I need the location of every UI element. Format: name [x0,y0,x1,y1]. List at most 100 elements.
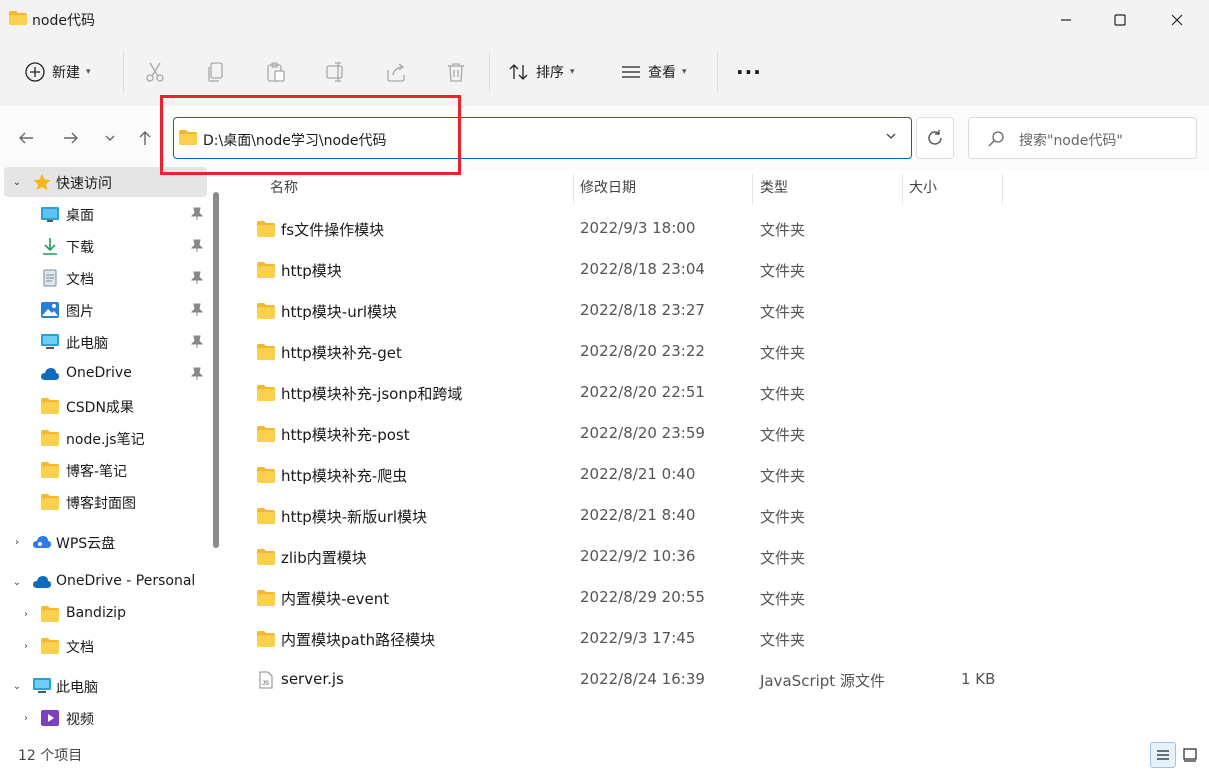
pin-icon [190,303,204,317]
file-name: http模块 [281,262,342,280]
back-button[interactable] [12,126,40,150]
folder-icon [256,548,276,565]
cut-button[interactable] [144,54,166,90]
sidebar-item[interactable]: OneDrive [4,359,207,389]
sidebar-item[interactable]: › 文档 [4,631,207,661]
table-row[interactable]: http模块补充-get 2022/8/20 23:22 文件夹 [230,334,1209,370]
column-header-name[interactable]: 名称 [270,170,298,204]
sidebar-item[interactable]: 下载 [4,231,207,261]
paste-button[interactable] [265,54,287,90]
folder-icon [41,398,59,414]
table-row[interactable]: 内置模块path路径模块 2022/9/3 17:45 文件夹 [230,621,1209,657]
sidebar-icon [32,677,52,695]
chevron-right-icon[interactable]: › [11,537,23,548]
column-header-type[interactable]: 类型 [760,170,788,204]
refresh-button[interactable] [916,117,954,159]
toolbar-divider [123,52,124,92]
sidebar-item[interactable]: › 视频 [4,703,207,733]
rename-button[interactable] [325,54,347,90]
sidebar-item[interactable]: ⌄ 此电脑 [4,671,207,701]
table-row[interactable]: http模块-新版url模块 2022/8/21 8:40 文件夹 [230,498,1209,534]
close-button[interactable] [1150,0,1204,40]
sidebar-item[interactable]: ⌄ OneDrive - Personal [4,567,207,597]
sidebar-item[interactable]: ⌄ 快速访问 [4,167,207,197]
delete-button[interactable] [445,54,467,90]
file-date: 2022/9/2 10:36 [580,547,696,565]
sort-button[interactable]: 排序 ▾ [508,54,575,90]
table-row[interactable]: http模块补充-post 2022/8/20 23:59 文件夹 [230,416,1209,452]
recent-locations-button[interactable] [96,126,124,150]
file-list: 名称 修改日期 类型 大小 fs文件操作模块 2022/9/3 18:00 文件夹 h… [230,170,1209,740]
up-button[interactable] [131,126,159,150]
details-view-button[interactable] [1150,742,1176,768]
pin-icon [190,239,204,253]
chevron-down-icon[interactable]: ⌄ [11,681,23,692]
sidebar-item[interactable]: node.js笔记 [4,423,207,453]
sidebar-item[interactable]: 图片 [4,295,207,325]
table-row[interactable]: JS server.js 2022/8/24 16:39 JavaScript 源文件… [230,662,1209,698]
table-row[interactable]: zlib内置模块 2022/9/2 10:36 文件夹 [230,539,1209,575]
sidebar-item[interactable]: › Bandizip [4,599,207,629]
chevron-down-icon[interactable]: ⌄ [11,177,23,188]
copy-button[interactable] [205,54,227,90]
sidebar-item[interactable]: 桌面 [4,199,207,229]
tiles-view-button[interactable] [1177,742,1203,768]
column-header-date[interactable]: 修改日期 [580,170,636,204]
pin-icon [190,271,204,285]
file-date: 2022/8/18 23:04 [580,260,705,278]
sidebar-item[interactable]: 文档 [4,263,207,293]
cloud-icon [41,368,59,380]
sidebar-item[interactable]: 博客-笔记 [4,455,207,485]
sidebar-scrollbar[interactable] [213,192,219,548]
sidebar-icon [40,269,60,287]
pin-icon [190,335,204,348]
table-row[interactable]: http模块补充-jsonp和跨域 2022/8/20 22:51 文件夹 [230,375,1209,411]
share-button[interactable] [385,54,407,90]
column-divider [573,174,574,204]
folder-icon [257,549,275,565]
js-file-icon: JS [259,671,273,689]
sidebar-item[interactable]: › WPS云盘 [4,527,207,557]
maximize-button[interactable] [1093,0,1147,40]
file-type: 文件夹 [760,344,806,362]
column-header-size[interactable]: 大小 [909,170,937,204]
sidebar-item[interactable]: 此电脑 [4,327,207,357]
file-name: fs文件操作模块 [281,221,385,239]
chevron-right-icon[interactable]: › [20,609,32,620]
folder-icon [257,385,275,401]
address-dropdown[interactable] [885,130,897,145]
search-input[interactable]: 搜索"node代码" [968,117,1197,159]
folder-icon [41,494,59,510]
forward-button[interactable] [57,126,85,150]
table-row[interactable]: http模块 2022/8/18 23:04 文件夹 [230,252,1209,288]
item-count: 12 个项目 [18,748,83,764]
file-type: 文件夹 [760,467,806,485]
table-row[interactable]: http模块补充-爬虫 2022/8/21 0:40 文件夹 [230,457,1209,493]
chevron-right-icon[interactable]: › [20,713,32,724]
address-bar[interactable]: D:\桌面\node学习\node代码 [173,117,912,159]
table-row[interactable]: http模块-url模块 2022/8/18 23:27 文件夹 [230,293,1209,329]
folder-icon [257,303,275,319]
pin-icon [190,271,204,284]
minimize-button[interactable] [1039,0,1093,40]
video-icon [41,710,59,726]
status-bar: 12 个项目 [0,740,1209,769]
new-button[interactable]: 新建 ▾ [24,54,91,90]
sidebar-item[interactable]: 博客封面图 [4,487,207,517]
view-button[interactable]: 查看 ▾ [620,54,687,90]
sidebar-icon [40,461,60,479]
folder-icon [257,262,275,278]
star-icon [33,174,51,190]
sidebar-item-label: 视频 [66,712,94,728]
add-circle-icon [25,62,45,82]
table-row[interactable]: fs文件操作模块 2022/9/3 18:00 文件夹 [230,211,1209,247]
sidebar-item[interactable]: CSDN成果 [4,391,207,421]
file-date: 2022/8/20 23:22 [580,342,705,360]
folder-icon [257,467,275,483]
chevron-down-icon[interactable]: ⌄ [11,577,23,588]
sidebar-icon [40,333,60,351]
more-options-button[interactable]: ··· [736,54,762,90]
table-row[interactable]: 内置模块-event 2022/8/29 20:55 文件夹 [230,580,1209,616]
chevron-right-icon[interactable]: › [20,641,32,652]
sidebar-icon [40,365,60,383]
